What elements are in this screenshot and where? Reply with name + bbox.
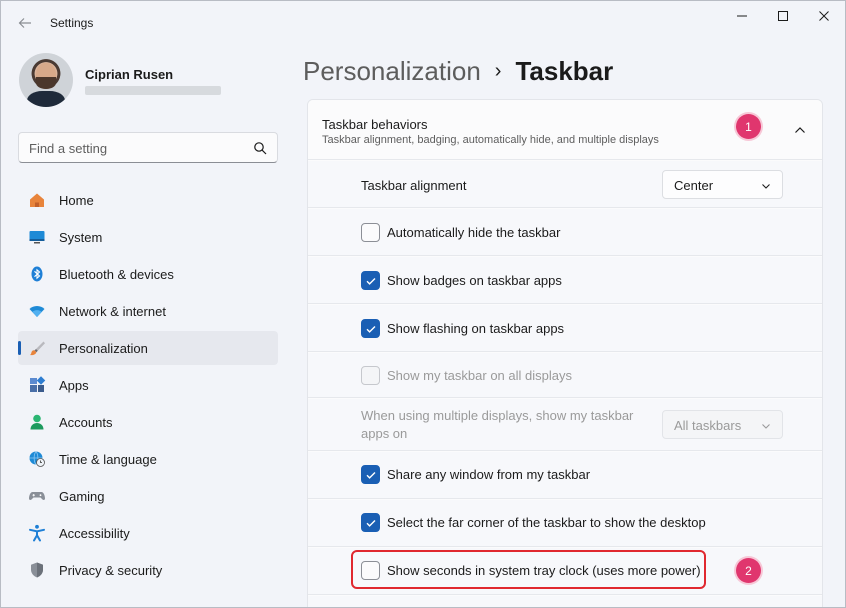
title-bar: Settings <box>1 1 845 45</box>
sidebar-nav: Home System Bluetooth & devices Network … <box>18 183 278 590</box>
sidebar-item-accessibility[interactable]: Accessibility <box>18 516 278 550</box>
window-title: Settings <box>50 16 94 30</box>
sidebar-item-label: System <box>59 230 103 245</box>
breadcrumb-separator: › <box>494 59 502 82</box>
taskbar-behaviors-card: Taskbar behaviors Taskbar alignment, bad… <box>307 99 823 607</box>
checkmark-icon <box>366 519 375 527</box>
sidebar-item-label: Accounts <box>59 415 113 430</box>
all-displays-label: Show my taskbar on all displays <box>387 368 572 383</box>
sidebar-item-gaming[interactable]: Gaming <box>18 479 278 513</box>
close-button[interactable] <box>804 5 844 27</box>
sidebar-item-label: Apps <box>59 378 89 393</box>
user-name: Ciprian Rusen <box>85 67 174 82</box>
sidebar-item-apps[interactable]: Apps <box>18 368 278 402</box>
close-icon <box>819 11 829 21</box>
search-box[interactable] <box>18 132 278 163</box>
badges-row: Show badges on taskbar apps <box>308 257 822 304</box>
breadcrumb-parent[interactable]: Personalization <box>303 56 481 87</box>
chevron-down-icon <box>762 184 770 189</box>
auto-hide-checkbox[interactable] <box>361 223 380 242</box>
apps-icon <box>28 376 46 394</box>
back-button[interactable] <box>13 11 37 35</box>
account-icon <box>28 413 46 431</box>
checkmark-icon <box>366 471 375 479</box>
sidebar-item-privacy[interactable]: Privacy & security <box>18 553 278 587</box>
all-displays-row: Show my taskbar on all displays <box>308 353 822 398</box>
checkmark-icon <box>366 325 375 333</box>
multiple-displays-row: When using multiple displays, show my ta… <box>308 399 822 451</box>
auto-hide-row: Automatically hide the taskbar <box>308 209 822 256</box>
sidebar-item-accounts[interactable]: Accounts <box>18 405 278 439</box>
minimize-button[interactable] <box>722 5 762 27</box>
arrow-left-icon <box>18 18 31 28</box>
maximize-button[interactable] <box>763 5 803 27</box>
flashing-row: Show flashing on taskbar apps <box>308 305 822 352</box>
sidebar-item-bluetooth[interactable]: Bluetooth & devices <box>18 257 278 291</box>
maximize-icon <box>778 11 788 21</box>
search-input[interactable] <box>29 139 249 157</box>
annotation-marker-2: 2 <box>736 558 761 583</box>
dropdown-value: All taskbars <box>674 418 742 433</box>
user-email-redacted <box>85 86 221 95</box>
far-corner-label[interactable]: Select the far corner of the taskbar to … <box>387 515 706 530</box>
avatar[interactable] <box>19 53 73 107</box>
home-icon <box>28 191 46 209</box>
bluetooth-icon <box>28 265 46 283</box>
sidebar-item-label: Home <box>59 193 94 208</box>
badges-checkbox[interactable] <box>361 271 380 290</box>
accessibility-icon <box>28 524 46 542</box>
far-corner-checkbox[interactable] <box>361 513 380 532</box>
system-icon <box>28 228 46 246</box>
shield-icon <box>28 561 46 579</box>
multiple-displays-label: When using multiple displays, show my ta… <box>361 408 634 441</box>
active-indicator <box>18 341 21 355</box>
section-subtitle: Taskbar alignment, badging, automaticall… <box>322 134 659 146</box>
globe-clock-icon <box>28 450 46 468</box>
taskbar-alignment-row: Taskbar alignment Center <box>308 161 822 208</box>
wifi-icon <box>28 302 46 320</box>
annotation-marker-1: 1 <box>736 114 761 139</box>
flashing-checkbox[interactable] <box>361 319 380 338</box>
sidebar-item-label: Bluetooth & devices <box>59 267 174 282</box>
page-title: Taskbar <box>515 55 614 86</box>
far-corner-row: Select the far corner of the taskbar to … <box>308 500 822 547</box>
badges-label[interactable]: Show badges on taskbar apps <box>387 273 562 288</box>
sidebar-item-system[interactable]: System <box>18 220 278 254</box>
share-window-label[interactable]: Share any window from my taskbar <box>387 467 590 482</box>
settings-window: Settings Ciprian Rusen Home <box>0 0 846 608</box>
sidebar-item-label: Time & language <box>59 452 157 467</box>
search-icon[interactable] <box>253 141 267 155</box>
all-displays-checkbox <box>361 366 380 385</box>
chevron-down-icon <box>762 424 770 429</box>
section-title: Taskbar behaviors <box>322 117 428 132</box>
chevron-up-icon[interactable] <box>792 122 808 138</box>
sidebar-item-time-language[interactable]: Time & language <box>18 442 278 476</box>
auto-hide-label[interactable]: Automatically hide the taskbar <box>387 225 560 240</box>
annotation-highlight-box <box>351 550 706 589</box>
checkmark-icon <box>366 277 375 285</box>
next-row-partial <box>308 596 822 607</box>
gamepad-icon <box>28 487 46 505</box>
sidebar-item-network[interactable]: Network & internet <box>18 294 278 328</box>
sidebar-item-label: Personalization <box>59 341 148 356</box>
share-window-row: Share any window from my taskbar <box>308 452 822 499</box>
flashing-label[interactable]: Show flashing on taskbar apps <box>387 321 564 336</box>
sidebar-item-label: Accessibility <box>59 526 130 541</box>
breadcrumb: Personalization › Taskbar <box>303 53 613 89</box>
multiple-displays-dropdown: All taskbars <box>662 410 783 439</box>
share-window-checkbox[interactable] <box>361 465 380 484</box>
taskbar-alignment-label: Taskbar alignment <box>361 178 467 193</box>
sidebar-item-home[interactable]: Home <box>18 183 278 217</box>
dropdown-value: Center <box>674 178 714 193</box>
sidebar-item-personalization[interactable]: Personalization <box>18 331 278 365</box>
taskbar-alignment-dropdown[interactable]: Center <box>662 170 783 199</box>
minimize-icon <box>737 15 747 17</box>
brush-icon <box>28 339 46 357</box>
sidebar-item-label: Network & internet <box>59 304 166 319</box>
sidebar-item-label: Gaming <box>59 489 105 504</box>
sidebar-item-label: Privacy & security <box>59 563 163 578</box>
